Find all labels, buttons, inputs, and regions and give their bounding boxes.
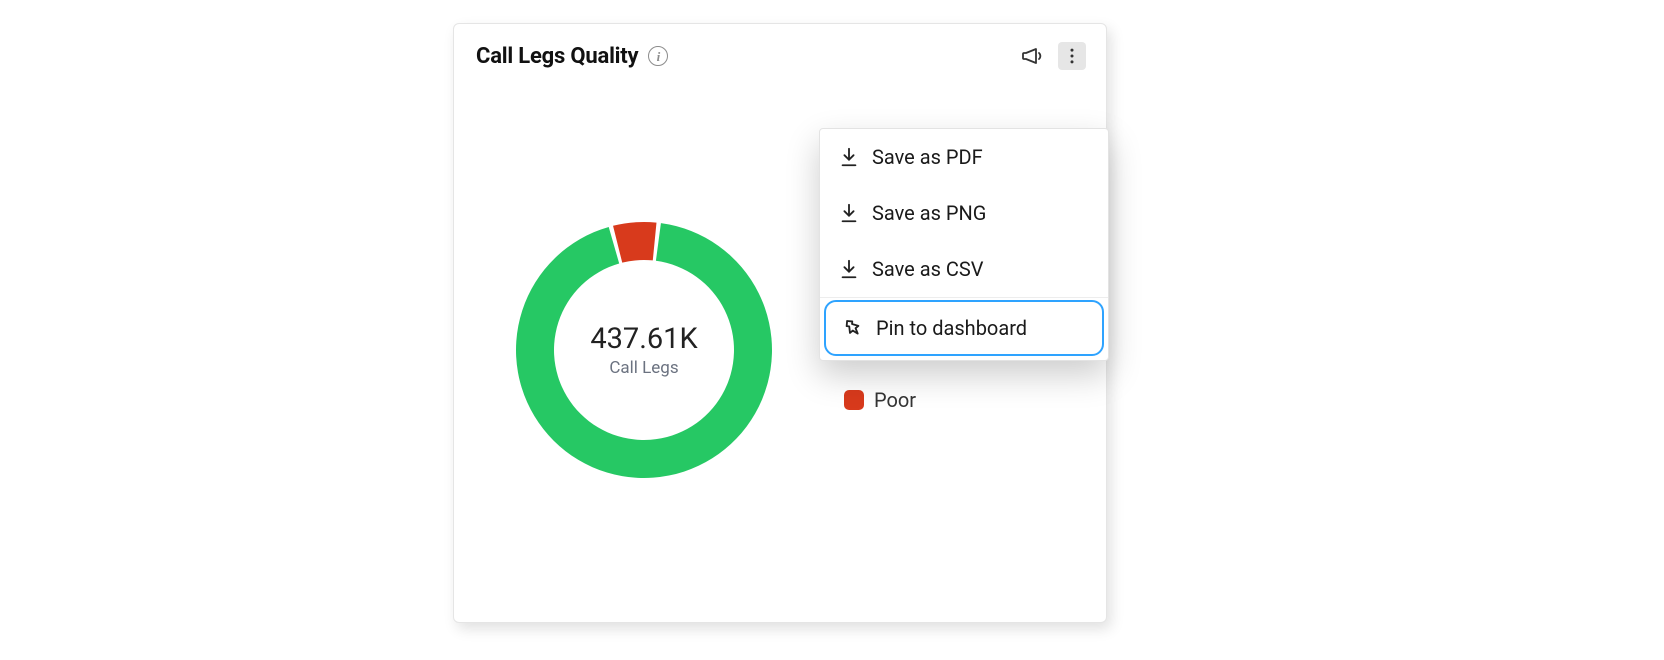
donut-segment-poor[interactable] (613, 222, 656, 263)
chart-legend: Poor (844, 388, 916, 412)
call-legs-quality-card: Call Legs Quality i (453, 23, 1107, 623)
legend-label-poor: Poor (874, 388, 916, 412)
menu-item-label: Save as PNG (872, 201, 986, 225)
announcement-icon[interactable] (1018, 42, 1046, 70)
legend-swatch-poor (844, 390, 864, 410)
menu-item-pin[interactable]: Pin to dashboard (826, 302, 1102, 354)
card-actions-menu: Save as PDF Save as PNG Save as CSV Pin to … (819, 128, 1109, 361)
menu-item-save_png[interactable]: Save as PNG (820, 185, 1108, 241)
menu-item-save_pdf[interactable]: Save as PDF (820, 129, 1108, 185)
donut-center-label: Call Legs (590, 358, 697, 378)
card-title: Call Legs Quality (476, 44, 638, 69)
donut-center-value: 437.61K (590, 322, 697, 356)
more-options-icon[interactable] (1058, 42, 1086, 70)
info-icon[interactable]: i (648, 46, 668, 66)
card-header: Call Legs Quality i (454, 24, 1106, 70)
menu-item-label: Pin to dashboard (876, 316, 1027, 340)
call-legs-donut-chart: 437.61K Call Legs (514, 220, 774, 480)
menu-item-save_csv[interactable]: Save as CSV (820, 241, 1108, 297)
menu-item-label: Save as PDF (872, 145, 983, 169)
menu-item-label: Save as CSV (872, 257, 984, 281)
